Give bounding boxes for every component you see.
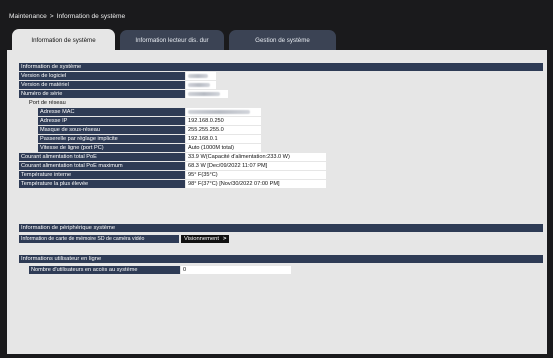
redacted-value xyxy=(188,74,208,78)
ip-value: 192.168.0.250 xyxy=(186,117,261,125)
sd-card-label: Information de carte de mémoire SD de ca… xyxy=(19,235,179,243)
poe-max-row: Courant alimentation total PoE maximum 6… xyxy=(19,162,543,170)
system-info-section-header: Information de système xyxy=(19,63,543,71)
max-temp-label: Température la plus élevée xyxy=(19,180,185,188)
sd-card-row: Information de carte de mémoire SD de ca… xyxy=(19,235,543,243)
max-temp-value: 98° F(37°C) [Nov/30/2022 07:00 PM] xyxy=(186,180,326,188)
mac-row: Adresse MAC xyxy=(38,108,543,116)
serial-number-value xyxy=(186,90,228,98)
redacted-value xyxy=(188,110,250,114)
breadcrumb-separator: > xyxy=(49,13,54,20)
mac-label: Adresse MAC xyxy=(38,108,185,116)
internal-temp-label: Température interne xyxy=(19,171,185,179)
user-count-label: Nombre d'utilisateurs en accès au systèm… xyxy=(29,266,180,274)
line-speed-label: Vitesse de ligne (port PC) xyxy=(38,144,185,152)
gateway-row: Passerelle par réglage implicite 192.168… xyxy=(38,135,543,143)
chevron-right-icon: > xyxy=(223,236,227,242)
hardware-version-value xyxy=(186,81,216,89)
tab-label: Information lecteur dis. dur xyxy=(135,36,209,44)
line-speed-row: Vitesse de ligne (port PC) Auto (1000M t… xyxy=(38,144,543,152)
line-speed-value: Auto (1000M total) xyxy=(186,144,261,152)
network-port-heading: Port de réseau xyxy=(29,100,66,106)
ip-label: Adresse IP xyxy=(38,117,185,125)
online-users-section-header: Informations utilisateur en ligne xyxy=(19,255,543,263)
tab-label: Information de système xyxy=(31,36,96,44)
view-button-label: Visionnement xyxy=(184,236,220,242)
poe-row: Courant alimentation total PoE 33.9 W(Ca… xyxy=(19,153,543,161)
poe-max-value: 68.3 W [Dec/09/2022 11:07 PM] xyxy=(186,162,326,170)
breadcrumb: Maintenance > Information de système xyxy=(9,13,125,20)
gateway-value: 192.168.0.1 xyxy=(186,135,261,143)
mac-value xyxy=(186,108,261,116)
max-temp-row: Température la plus élevée 98° F(37°C) [… xyxy=(19,180,543,188)
software-version-value xyxy=(186,72,216,80)
tab-hdd-info[interactable]: Information lecteur dis. dur xyxy=(120,30,224,50)
tab-system-management[interactable]: Gestion de système xyxy=(229,30,336,50)
breadcrumb-root[interactable]: Maintenance xyxy=(9,13,47,20)
hardware-version-label: Version de matériel xyxy=(19,81,185,89)
redacted-value xyxy=(188,83,210,87)
hardware-version-row: Version de matériel xyxy=(19,81,543,89)
gateway-label: Passerelle par réglage implicite xyxy=(38,135,185,143)
redacted-value xyxy=(188,92,220,96)
serial-number-label: Numéro de série xyxy=(19,90,185,98)
maintenance-screen: Maintenance > Information de système Infor… xyxy=(0,0,553,358)
view-sd-info-button[interactable]: Visionnement > xyxy=(181,235,230,243)
software-version-label: Version de logiciel xyxy=(19,72,185,80)
subnet-value: 255.255.255.0 xyxy=(186,126,261,134)
subnet-row: Masque de sous-réseau 255.255.255.0 xyxy=(38,126,543,134)
poe-value: 33.9 W(Capacité d'alimentation:233.0 W) xyxy=(186,153,326,161)
poe-max-label: Courant alimentation total PoE maximum xyxy=(19,162,185,170)
tab-label: Gestion de système xyxy=(255,36,310,44)
poe-label: Courant alimentation total PoE xyxy=(19,153,185,161)
content-panel: Information de système Version de logici… xyxy=(7,50,547,354)
internal-temp-row: Température interne 95° F(35°C) xyxy=(19,171,543,179)
peripheral-section-header: Information de périphérique système xyxy=(19,224,543,232)
software-version-row: Version de logiciel xyxy=(19,72,543,80)
user-count-row: Nombre d'utilisateurs en accès au systèm… xyxy=(29,266,543,274)
subnet-label: Masque de sous-réseau xyxy=(38,126,185,134)
tab-system-info[interactable]: Information de système xyxy=(12,29,115,51)
user-count-value: 0 xyxy=(181,266,291,274)
ip-row: Adresse IP 192.168.0.250 xyxy=(38,117,543,125)
serial-number-row: Numéro de série xyxy=(19,90,543,98)
internal-temp-value: 95° F(35°C) xyxy=(186,171,326,179)
breadcrumb-current: Information de système xyxy=(56,13,126,20)
